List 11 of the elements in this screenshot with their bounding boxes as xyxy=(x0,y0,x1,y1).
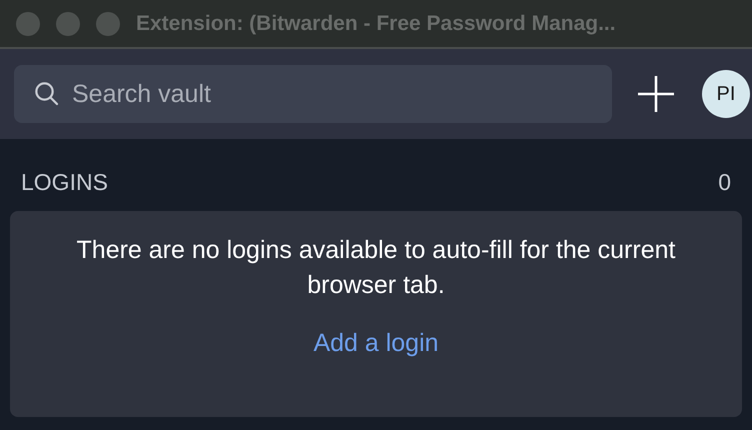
add-login-link[interactable]: Add a login xyxy=(313,325,439,362)
item-count: 0 xyxy=(718,168,731,197)
zoom-window-icon[interactable] xyxy=(96,12,120,36)
account-avatar[interactable]: PI xyxy=(702,70,750,118)
section-title: LOGINS xyxy=(21,168,108,197)
empty-message: There are no logins available to auto-fill for the current browser tab. xyxy=(76,235,676,301)
minimize-window-icon[interactable] xyxy=(56,12,80,36)
search-field[interactable]: Search vault xyxy=(14,65,612,123)
close-window-icon[interactable] xyxy=(16,12,40,36)
plus-icon xyxy=(636,74,676,114)
window-title: Extension: (Bitwarden - Free Password Manag... xyxy=(136,10,616,37)
